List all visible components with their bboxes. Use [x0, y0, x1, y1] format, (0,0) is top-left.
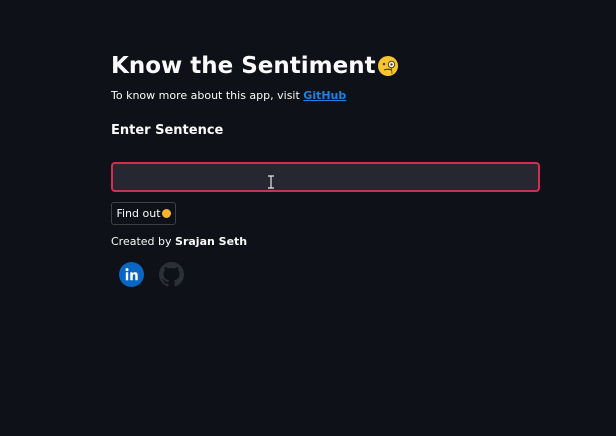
thinking-face-emoji-icon — [161, 209, 171, 218]
author-name: Srajan Seth — [175, 235, 248, 248]
intro-text: To know more about this app, visit GitHu… — [111, 88, 346, 103]
sentence-input-label: Enter Sentence — [111, 123, 224, 138]
text-cursor-icon — [268, 175, 274, 189]
github-icon[interactable] — [159, 262, 184, 287]
page-title: Know the Sentiment — [111, 50, 399, 82]
sentence-input[interactable] — [111, 162, 540, 192]
find-out-button[interactable]: Find out — [111, 202, 176, 225]
page-title-text: Know the Sentiment — [111, 53, 376, 79]
author-credit-prefix: Created by — [111, 235, 176, 248]
github-link[interactable]: GitHub — [303, 89, 346, 102]
intro-text-body: To know more about this app, visit — [111, 89, 304, 102]
author-credit: Created by Srajan Seth — [111, 235, 247, 249]
monocle-face-emoji-icon — [377, 56, 398, 76]
linkedin-icon[interactable] — [119, 262, 144, 287]
find-out-button-label: Find out — [116, 207, 161, 220]
